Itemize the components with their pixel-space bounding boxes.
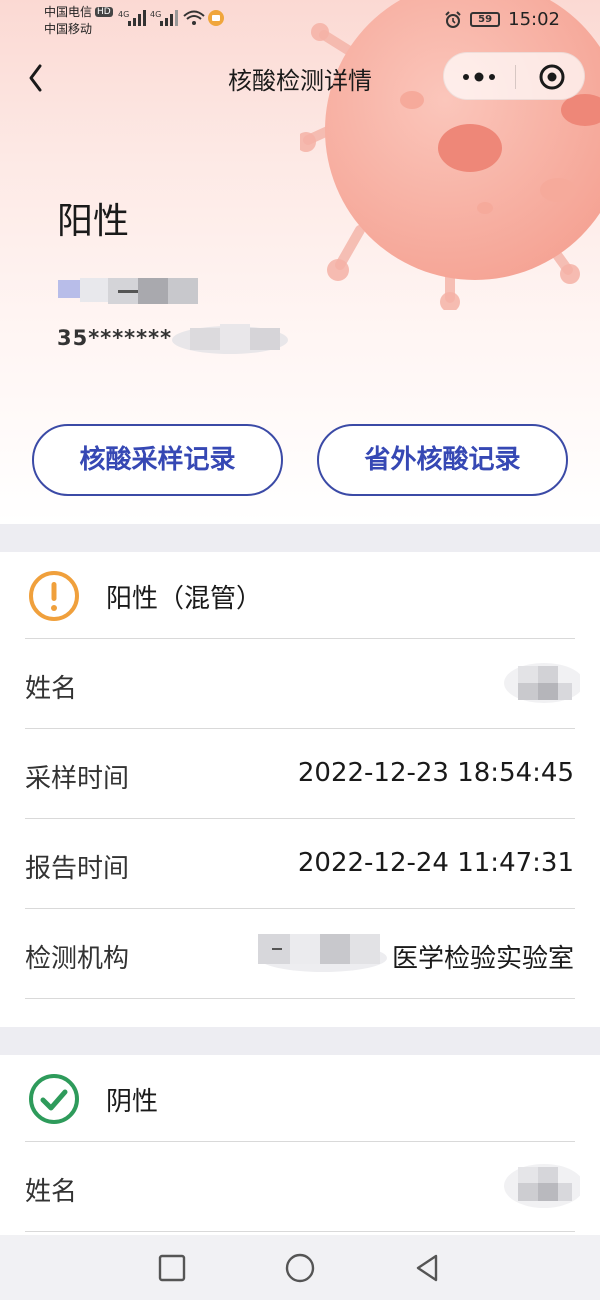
redacted-name-value <box>504 663 580 703</box>
field-row-report-time: 报告时间 2022-12-24 11:47:31 <box>0 818 600 908</box>
row-divider <box>25 908 575 909</box>
field-row-institution: 检测机构 医学检验实验室 <box>0 908 600 998</box>
hd-badge: HD <box>95 7 113 17</box>
result-title: 阳性 <box>57 201 130 242</box>
hero-section: 中国电信 HD 中国移动 4G 4G 59 15:02 核酸检测详情 阳性 35… <box>0 0 600 524</box>
mini-program-capsule <box>443 52 585 100</box>
carrier-info: 中国电信 HD 中国移动 <box>44 4 113 38</box>
close-button[interactable] <box>516 53 586 101</box>
square-recent-icon[interactable] <box>156 1252 188 1284</box>
row-divider <box>25 728 575 729</box>
carrier-2: 中国移动 <box>44 22 93 36</box>
more-icon <box>463 72 495 82</box>
clock: 15:02 <box>508 9 560 30</box>
field-row-sampling-time: 采样时间 2022-12-23 18:54:45 <box>0 728 600 818</box>
circle-home-icon[interactable] <box>284 1252 316 1284</box>
field-label: 姓名 <box>25 674 78 704</box>
row-divider <box>25 1141 575 1142</box>
more-button[interactable] <box>444 53 514 101</box>
record-header: 阳性（混管） <box>0 552 600 638</box>
row-divider <box>25 818 575 819</box>
field-value: 2022-12-23 18:54:45 <box>297 758 574 788</box>
row-divider <box>25 998 575 999</box>
out-of-province-records-button[interactable]: 省外核酸记录 <box>317 424 568 496</box>
redacted-name <box>58 278 198 304</box>
row-divider <box>25 1231 575 1232</box>
field-label: 检测机构 <box>25 944 130 974</box>
field-label: 姓名 <box>25 1177 78 1207</box>
virus-illustration <box>300 0 600 310</box>
status-bar: 中国电信 HD 中国移动 4G 4G 59 15:02 <box>0 0 600 44</box>
alarm-icon <box>445 10 461 28</box>
warning-icon <box>29 571 79 621</box>
sampling-records-button[interactable]: 核酸采样记录 <box>32 424 283 496</box>
id-number: 35******* <box>57 326 173 350</box>
system-navigation-bar <box>0 1235 600 1300</box>
record-status: 阳性（混管） <box>106 584 263 614</box>
redacted-id <box>172 324 288 354</box>
check-circle-icon <box>29 1074 79 1124</box>
field-row-name: 姓名 <box>0 638 600 728</box>
carrier-1: 中国电信 <box>44 5 93 19</box>
svg-text:4G: 4G <box>118 10 129 19</box>
battery-icon: 59 <box>470 12 501 27</box>
redacted-name-value <box>504 1164 580 1208</box>
status-right: 59 15:02 <box>444 9 560 30</box>
field-row-name: 姓名 <box>0 1141 600 1231</box>
field-value: 医学检验实验室 <box>391 944 574 974</box>
field-label: 报告时间 <box>25 854 130 884</box>
record-status: 阴性 <box>106 1087 159 1117</box>
test-record-card: 阳性（混管） 姓名 采样时间 2022-12-23 18:54:45 报告时间 … <box>0 552 600 1027</box>
redacted-institution <box>258 934 387 972</box>
signal-icon: 4G 4G <box>118 10 224 26</box>
svg-text:4G: 4G <box>150 10 161 19</box>
row-divider <box>25 638 575 639</box>
nav-bar: 核酸检测详情 <box>0 52 600 102</box>
triangle-back-icon[interactable] <box>412 1252 444 1284</box>
field-label: 采样时间 <box>25 764 130 794</box>
test-record-card: 阴性 姓名 <box>0 1055 600 1235</box>
close-target-icon <box>539 64 565 90</box>
record-header: 阴性 <box>0 1055 600 1141</box>
field-value: 2022-12-24 11:47:31 <box>297 848 574 878</box>
